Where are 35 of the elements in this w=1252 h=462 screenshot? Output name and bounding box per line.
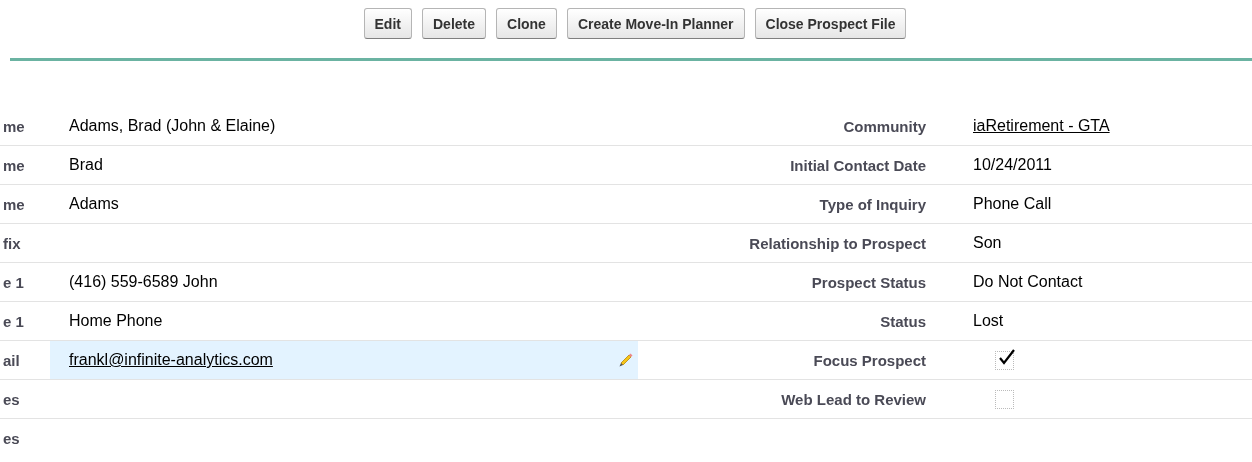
field-label: Prospect Status [811,273,926,291]
field-label: Type of Inquiry [819,195,926,213]
field-label: Status [880,312,926,330]
action-button[interactable]: Edit [363,8,412,39]
action-button[interactable]: Close Prospect File [754,8,907,39]
field-value: (416) 559-6589 John [69,273,218,291]
field-value: Home Phone [69,312,163,330]
field-label: Relationship to Prospect [749,234,926,252]
field-value: Adams [69,195,119,213]
action-button[interactable]: Clone [496,8,557,39]
field-label: es [3,430,20,447]
field-label: Web Lead to Review [781,390,926,408]
email-link[interactable]: frankl@infinite-analytics.com [69,351,273,369]
field-label: fix [3,234,21,252]
field-label: me [3,195,25,213]
field-label: Focus Prospect [813,351,926,369]
field-value: Adams, Brad (John & Elaine) [69,117,276,135]
field-label: ail [3,351,20,369]
field-value: Brad [69,156,103,174]
field-label: me [3,117,25,135]
field-value: Lost [973,312,1004,330]
action-button[interactable]: Create Move-In Planner [566,8,745,39]
field-value: 10/24/2011 [973,156,1052,174]
field-value: Son [973,234,1002,252]
field-label: e 1 [3,273,24,291]
field-value: Do Not Contact [973,273,1083,291]
field-label: e 1 [3,312,24,330]
field-label: Community [843,117,926,135]
field-label: me [3,156,25,174]
action-button[interactable]: Delete [422,8,486,39]
field-label: es [3,390,20,408]
field-value: Phone Call [973,195,1052,213]
community-link[interactable]: iaRetirement - GTA [973,117,1110,135]
pencil-icon[interactable] [618,352,634,368]
field-label: Initial Contact Date [790,156,926,174]
